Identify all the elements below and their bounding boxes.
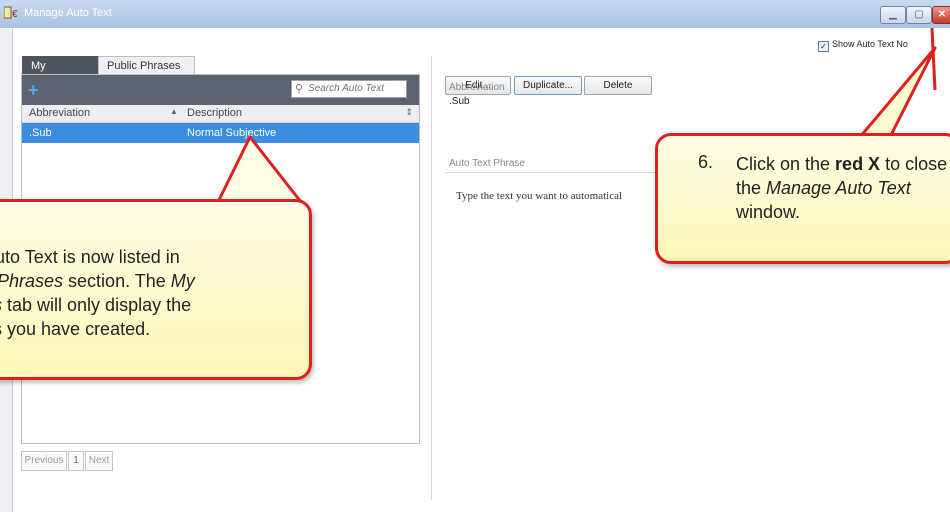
phrase-label: Auto Text Phrase: [449, 158, 525, 169]
abbreviation-label: Abbreviation: [449, 82, 505, 93]
row-abbreviation: .Sub: [29, 127, 52, 139]
close-button[interactable]: ✕: [932, 6, 950, 24]
show-note-checkbox-row[interactable]: ✓ Show Auto Text No: [818, 39, 908, 52]
sort-ascending-icon[interactable]: ▲: [170, 107, 178, 116]
tab-my-phrases[interactable]: My Phrases: [22, 56, 98, 90]
delete-button[interactable]: Delete: [584, 76, 652, 95]
callout-close-window: 6. Click on the red X to close the Manag…: [655, 133, 950, 264]
maximize-icon: ▢: [914, 9, 924, 20]
minimize-button[interactable]: ▁: [880, 6, 906, 24]
add-icon[interactable]: +: [28, 81, 39, 99]
callout-left-line2-italic: y Phrases: [0, 271, 64, 291]
show-note-checkbox[interactable]: ✓: [818, 41, 829, 52]
callout-right-pre: Click on the: [736, 154, 836, 174]
callout-left-line3: es tab will only display the: [0, 293, 313, 317]
duplicate-button[interactable]: Duplicate...: [514, 76, 582, 95]
title-bar: € Manage Auto Text ▁ ▢ ✕: [0, 0, 950, 29]
sort-icon[interactable]: ⇕: [405, 107, 413, 118]
callout-right-italic: Manage Auto Text: [766, 178, 911, 198]
svg-text:€: €: [12, 9, 18, 20]
search-box[interactable]: ⚲: [291, 80, 407, 98]
callout-my-phrases: Auto Text is now listed in y Phrases sec…: [0, 199, 312, 380]
page-number[interactable]: 1: [68, 451, 84, 471]
row-description: Normal Subjective: [187, 127, 277, 139]
column-header-abbreviation[interactable]: Abbreviation: [29, 107, 90, 119]
callout-left-line2-rest: section. The: [63, 271, 171, 291]
list-toolbar: + ⚲: [22, 75, 419, 105]
callout-left-line3-rest: tab will only display the: [2, 295, 192, 315]
search-input[interactable]: [308, 82, 403, 95]
panel-divider: [431, 56, 432, 500]
callout-left-text: Auto Text is now listed in y Phrases sec…: [0, 245, 313, 341]
phrase-separator: [445, 172, 655, 173]
tab-public-phrases[interactable]: Public Phrases: [98, 56, 195, 75]
window-title: Manage Auto Text: [24, 7, 112, 19]
column-header-description[interactable]: Description: [187, 107, 242, 119]
callout-left-line2: y Phrases section. The My: [0, 269, 313, 293]
abbreviation-value: .Sub: [449, 96, 470, 107]
maximize-button[interactable]: ▢: [906, 6, 932, 24]
minimize-icon: ▁: [889, 9, 897, 20]
callout-left-line4: es you have created.: [0, 319, 151, 339]
show-note-label: Show Auto Text No: [832, 39, 908, 49]
callout-step-number: 6.: [698, 152, 714, 172]
next-page-button[interactable]: Next: [85, 451, 113, 471]
callout-right-post: window.: [736, 202, 801, 222]
callout-right-text: Click on the red X to close the Manage A…: [736, 152, 950, 224]
previous-page-button[interactable]: Previous: [21, 451, 67, 471]
close-icon: ✕: [937, 9, 947, 20]
callout-left-line1: Auto Text is now listed in: [0, 247, 180, 267]
search-icon: ⚲: [295, 83, 304, 95]
app-icon: €: [4, 6, 18, 20]
callout-right-bold: red X: [835, 154, 881, 174]
phrase-text[interactable]: Type the text you want to automatical: [445, 174, 657, 214]
callout-left-line2-italic2: My: [170, 271, 195, 291]
table-row[interactable]: .Sub Normal Subjective: [22, 123, 419, 143]
column-headers: Abbreviation ▲ Description ⇕: [22, 105, 419, 123]
